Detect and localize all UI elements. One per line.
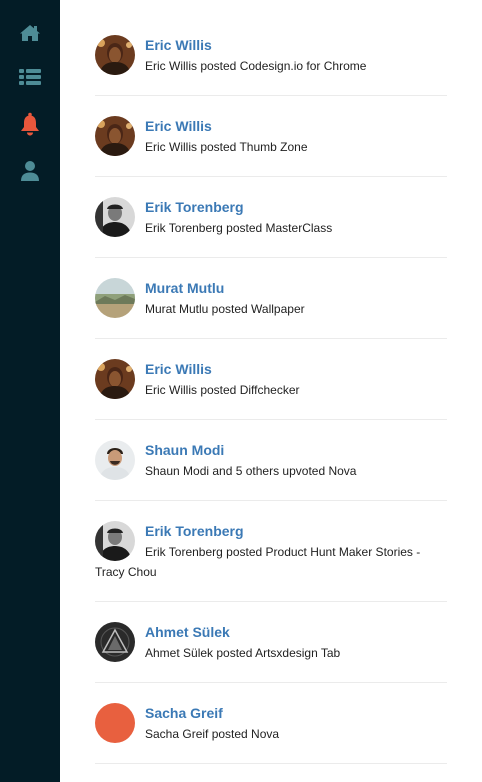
user-name-link[interactable]: Murat Mutlu <box>145 280 224 296</box>
list-item[interactable]: Sacha Greif Sacha Greif posted Nova <box>95 683 447 764</box>
list-item[interactable]: Ahmet Sülek Ahmet Sülek posted Artsxdesi… <box>95 602 447 683</box>
notification-text: Ahmet Sülek posted Artsxdesign Tab <box>145 646 341 660</box>
user-name-link[interactable]: Eric Willis <box>145 37 212 53</box>
list-item[interactable]: Murat Mutlu Murat Mutlu posted Wallpaper <box>95 258 447 339</box>
notification-text: Shaun Modi and 5 others upvoted Nova <box>145 464 357 478</box>
notification-text: Sacha Greif posted Nova <box>145 727 280 741</box>
avatar[interactable] <box>95 622 135 662</box>
list-item[interactable]: Eric Willis Eric Willis posted Thumb Zon… <box>95 96 447 177</box>
user-icon[interactable] <box>16 159 44 183</box>
sidebar <box>0 0 60 782</box>
notification-feed: Eric Willis Eric Willis posted Codesign.… <box>95 0 447 764</box>
user-name-link[interactable]: Sacha Greif <box>145 705 223 721</box>
notification-text: Erik Torenberg posted Product Hunt Maker… <box>95 545 421 579</box>
list-item[interactable]: Shaun Modi Shaun Modi and 5 others upvot… <box>95 420 447 501</box>
avatar[interactable] <box>95 116 135 156</box>
list-item[interactable]: Eric Willis Eric Willis posted Codesign.… <box>95 0 447 96</box>
avatar[interactable] <box>95 440 135 480</box>
user-name-link[interactable]: Shaun Modi <box>145 442 224 458</box>
list-item[interactable]: Eric Willis Eric Willis posted Diffcheck… <box>95 339 447 420</box>
notification-text: Eric Willis posted Codesign.io for Chrom… <box>145 59 367 73</box>
notification-text: Eric Willis posted Diffchecker <box>145 383 300 397</box>
notification-text: Murat Mutlu posted Wallpaper <box>145 302 305 316</box>
avatar[interactable] <box>95 278 135 318</box>
avatar[interactable] <box>95 197 135 237</box>
list-item[interactable]: Erik Torenberg Erik Torenberg posted Mas… <box>95 177 447 258</box>
user-name-link[interactable]: Eric Willis <box>145 361 212 377</box>
user-name-link[interactable]: Erik Torenberg <box>145 523 244 539</box>
user-name-link[interactable]: Ahmet Sülek <box>145 624 230 640</box>
user-name-link[interactable]: Erik Torenberg <box>145 199 244 215</box>
list-item[interactable]: Erik Torenberg Erik Torenberg posted Pro… <box>95 501 447 602</box>
user-name-link[interactable]: Eric Willis <box>145 118 212 134</box>
avatar[interactable] <box>95 703 135 743</box>
avatar[interactable] <box>95 359 135 399</box>
list-icon[interactable] <box>16 65 44 89</box>
bell-icon[interactable] <box>16 112 44 136</box>
notification-text: Erik Torenberg posted MasterClass <box>145 221 333 235</box>
avatar[interactable] <box>95 35 135 75</box>
home-icon[interactable] <box>16 21 44 45</box>
notification-text: Eric Willis posted Thumb Zone <box>145 140 308 154</box>
